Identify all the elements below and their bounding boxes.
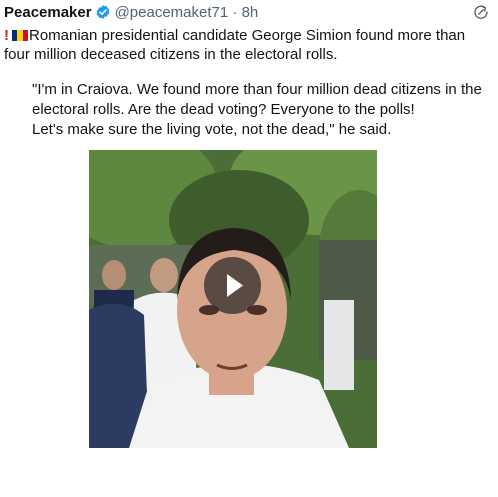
quote-block: "I'm in Craiova. We found more than four… — [32, 80, 494, 140]
user-handle[interactable]: @peacemaket71 — [115, 4, 229, 21]
quote-line: Let's make sure the living vote, not the… — [32, 121, 392, 138]
quote-line: "I'm in Craiova. We found more than four… — [32, 81, 482, 98]
verified-badge-icon — [95, 4, 111, 25]
romania-flag-icon — [12, 30, 28, 41]
quote-line: electoral rolls. Are the dead voting? Ev… — [32, 101, 415, 118]
share-icon[interactable] — [472, 3, 490, 26]
video-thumbnail[interactable] — [89, 150, 377, 448]
tweet-header: Peacemaker @peacemaket71 · 8h — [4, 3, 258, 25]
play-icon — [227, 274, 243, 297]
separator: · — [232, 4, 238, 21]
exclamation-icon: ! — [4, 27, 9, 44]
tweet-body: Romanian presidential candidate George S… — [4, 27, 466, 63]
play-button[interactable] — [204, 257, 261, 314]
display-name[interactable]: Peacemaker — [4, 4, 92, 21]
timestamp[interactable]: 8h — [242, 4, 259, 21]
tweet-text: ! Romanian presidential candidate George … — [4, 26, 494, 64]
